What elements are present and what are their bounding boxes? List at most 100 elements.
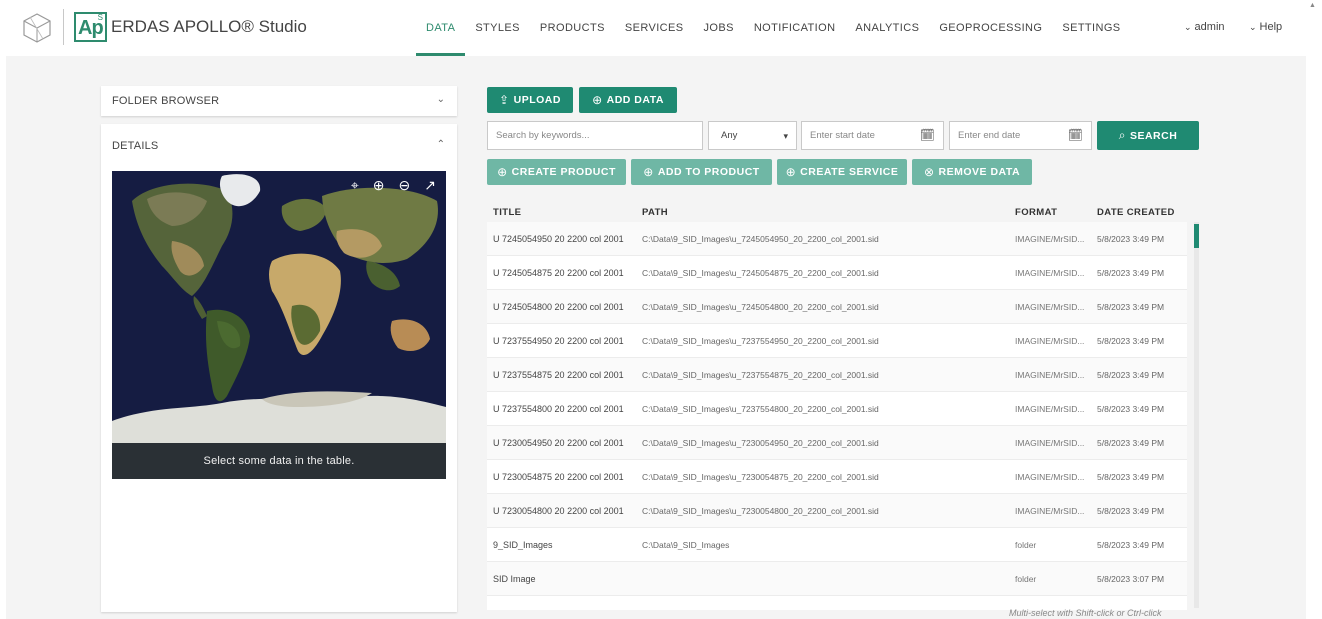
help-menu[interactable]: ⌄ Help xyxy=(1249,21,1282,33)
cell-format: IMAGINE/MrSID... xyxy=(1015,370,1085,380)
cell-title: U 7245054875 20 2200 col 2001 xyxy=(493,268,624,278)
nav-analytics[interactable]: ANALYTICS xyxy=(845,0,929,56)
zoom-out-icon[interactable]: ⊖ xyxy=(399,177,411,194)
table-row[interactable]: U 7230054950 20 2200 col 2001 C:\Data\9_… xyxy=(487,426,1187,460)
upload-icon: ⇪ xyxy=(499,93,510,107)
help-label: Help xyxy=(1259,21,1283,33)
table-row[interactable]: U 7230054875 20 2200 col 2001 C:\Data\9_… xyxy=(487,460,1187,494)
table-row[interactable]: U 7237554875 20 2200 col 2001 C:\Data\9_… xyxy=(487,358,1187,392)
add-data-button[interactable]: ⊕ ADD DATA xyxy=(579,87,677,113)
locate-icon[interactable]: ⌖ xyxy=(351,177,359,194)
create-product-button[interactable]: ⊕ CREATE PRODUCT xyxy=(487,159,626,185)
add-to-product-label: ADD TO PRODUCT xyxy=(657,166,760,178)
add-to-product-button[interactable]: ⊕ ADD TO PRODUCT xyxy=(631,159,772,185)
cell-path: C:\Data\9_SID_Images\u_7230054875_20_220… xyxy=(642,472,879,482)
create-product-label: CREATE PRODUCT xyxy=(511,166,616,178)
cell-date: 5/8/2023 3:49 PM xyxy=(1097,370,1165,380)
cell-format: IMAGINE/MrSID... xyxy=(1015,268,1085,278)
column-path[interactable]: PATH xyxy=(642,207,668,218)
nav-styles[interactable]: STYLES xyxy=(465,0,530,56)
external-link-icon[interactable]: ↗ xyxy=(424,177,436,194)
cell-path: C:\Data\9_SID_Images\u_7230054800_20_220… xyxy=(642,506,879,516)
type-select[interactable]: Any ▾ xyxy=(708,121,797,150)
cell-title: U 7237554950 20 2200 col 2001 xyxy=(493,336,624,346)
cell-title: U 7230054800 20 2200 col 2001 xyxy=(493,506,624,516)
folder-browser-panel[interactable]: FOLDER BROWSER ⌄ xyxy=(101,86,457,116)
nav-products[interactable]: PRODUCTS xyxy=(530,0,615,56)
chevron-down-icon: ▾ xyxy=(783,131,788,141)
product-name: ERDAS APOLLO® Studio xyxy=(111,17,307,36)
cell-format: IMAGINE/MrSID... xyxy=(1015,404,1085,414)
nav-data[interactable]: DATA xyxy=(416,0,466,56)
create-service-button[interactable]: ⊕ CREATE SERVICE xyxy=(777,159,907,185)
cell-format: IMAGINE/MrSID... xyxy=(1015,234,1085,244)
cell-date: 5/8/2023 3:49 PM xyxy=(1097,438,1165,448)
user-name: admin xyxy=(1194,21,1225,33)
world-map-image xyxy=(112,171,446,443)
remove-data-button[interactable]: ⊗ REMOVE DATA xyxy=(912,159,1032,185)
remove-data-label: REMOVE DATA xyxy=(938,166,1021,178)
cell-date: 5/8/2023 3:49 PM xyxy=(1097,302,1165,312)
nav-settings[interactable]: SETTINGS xyxy=(1052,0,1130,56)
scroll-up-arrow-icon[interactable]: ▲ xyxy=(1309,2,1316,9)
nav-geoprocessing[interactable]: GEOPROCESSING xyxy=(929,0,1052,56)
cell-path: C:\Data\9_SID_Images xyxy=(642,540,730,550)
table-row[interactable]: U 7245054950 20 2200 col 2001 C:\Data\9_… xyxy=(487,222,1187,256)
cell-title: SID Image xyxy=(493,574,536,584)
cell-format: IMAGINE/MrSID... xyxy=(1015,472,1085,482)
cell-date: 5/8/2023 3:49 PM xyxy=(1097,404,1165,414)
search-button-label: SEARCH xyxy=(1129,129,1178,142)
table-scrollbar-thumb[interactable] xyxy=(1194,224,1199,248)
column-title[interactable]: TITLE xyxy=(493,207,521,218)
search-input[interactable]: Search by keywords... xyxy=(487,121,703,150)
table-row[interactable]: U 7237554950 20 2200 col 2001 C:\Data\9_… xyxy=(487,324,1187,358)
nav-jobs[interactable]: JOBS xyxy=(693,0,743,56)
chevron-down-icon[interactable]: ⌄ xyxy=(437,94,445,105)
app-logo[interactable]: Ap S xyxy=(74,12,107,42)
chevron-up-icon[interactable]: ⌃ xyxy=(437,139,445,150)
table-row[interactable]: U 7237554800 20 2200 col 2001 C:\Data\9_… xyxy=(487,392,1187,426)
table-row[interactable]: 9_SID_Images C:\Data\9_SID_Images folder… xyxy=(487,528,1187,562)
cell-date: 5/8/2023 3:49 PM xyxy=(1097,268,1165,278)
column-date-created[interactable]: DATE CREATED xyxy=(1097,207,1175,218)
zoom-in-icon[interactable]: ⊕ xyxy=(373,177,385,194)
table-scrollbar[interactable] xyxy=(1194,222,1199,608)
table-row[interactable]: U 7230054800 20 2200 col 2001 C:\Data\9_… xyxy=(487,494,1187,528)
app-logo-sup: S xyxy=(97,13,103,22)
cell-path: C:\Data\9_SID_Images\u_7245054950_20_220… xyxy=(642,234,879,244)
cell-date: 5/8/2023 3:07 PM xyxy=(1097,574,1165,584)
cell-format: IMAGINE/MrSID... xyxy=(1015,438,1085,448)
cell-format: folder xyxy=(1015,540,1037,550)
end-date-field[interactable]: Enter end date 🗓 xyxy=(949,121,1092,150)
plus-circle-icon: ⊕ xyxy=(643,165,654,179)
cell-path: C:\Data\9_SID_Images\u_7237554875_20_220… xyxy=(642,370,879,380)
cell-format: folder xyxy=(1015,574,1037,584)
logo-divider xyxy=(63,9,64,45)
data-table: TITLE PATH FORMAT DATE CREATED U 7245054… xyxy=(487,200,1195,610)
cell-format: IMAGINE/MrSID... xyxy=(1015,336,1085,346)
user-menu[interactable]: ⌄ admin xyxy=(1184,21,1225,33)
cell-path: C:\Data\9_SID_Images\u_7237554950_20_220… xyxy=(642,336,879,346)
nav-notification[interactable]: NOTIFICATION xyxy=(744,0,846,56)
upload-button[interactable]: ⇪ UPLOAD xyxy=(487,87,573,113)
start-date-field[interactable]: Enter start date 🗓 xyxy=(801,121,944,150)
map-viewer[interactable]: ⌖ ⊕ ⊖ ↗ xyxy=(112,171,446,443)
create-service-label: CREATE SERVICE xyxy=(800,166,899,178)
table-row[interactable]: U 7245054800 20 2200 col 2001 C:\Data\9_… xyxy=(487,290,1187,324)
table-row[interactable]: SID Image folder 5/8/2023 3:07 PM xyxy=(487,562,1187,596)
calendar-icon[interactable]: 🗓 xyxy=(1068,128,1083,142)
table-row[interactable]: U 7245054875 20 2200 col 2001 C:\Data\9_… xyxy=(487,256,1187,290)
table-header: TITLE PATH FORMAT DATE CREATED xyxy=(487,200,1187,222)
cell-title: U 7245054800 20 2200 col 2001 xyxy=(493,302,624,312)
cell-format: IMAGINE/MrSID... xyxy=(1015,506,1085,516)
hexagon-logo-icon xyxy=(23,13,51,43)
cell-title: U 7237554875 20 2200 col 2001 xyxy=(493,370,624,380)
cell-date: 5/8/2023 3:49 PM xyxy=(1097,336,1165,346)
cell-date: 5/8/2023 3:49 PM xyxy=(1097,472,1165,482)
calendar-icon[interactable]: 🗓 xyxy=(920,128,935,142)
plus-circle-icon: ⊕ xyxy=(785,165,797,179)
column-format[interactable]: FORMAT xyxy=(1015,207,1057,218)
search-button[interactable]: ⌕ SEARCH xyxy=(1097,121,1199,150)
plus-circle-icon: ⊕ xyxy=(497,165,508,179)
nav-services[interactable]: SERVICES xyxy=(615,0,694,56)
